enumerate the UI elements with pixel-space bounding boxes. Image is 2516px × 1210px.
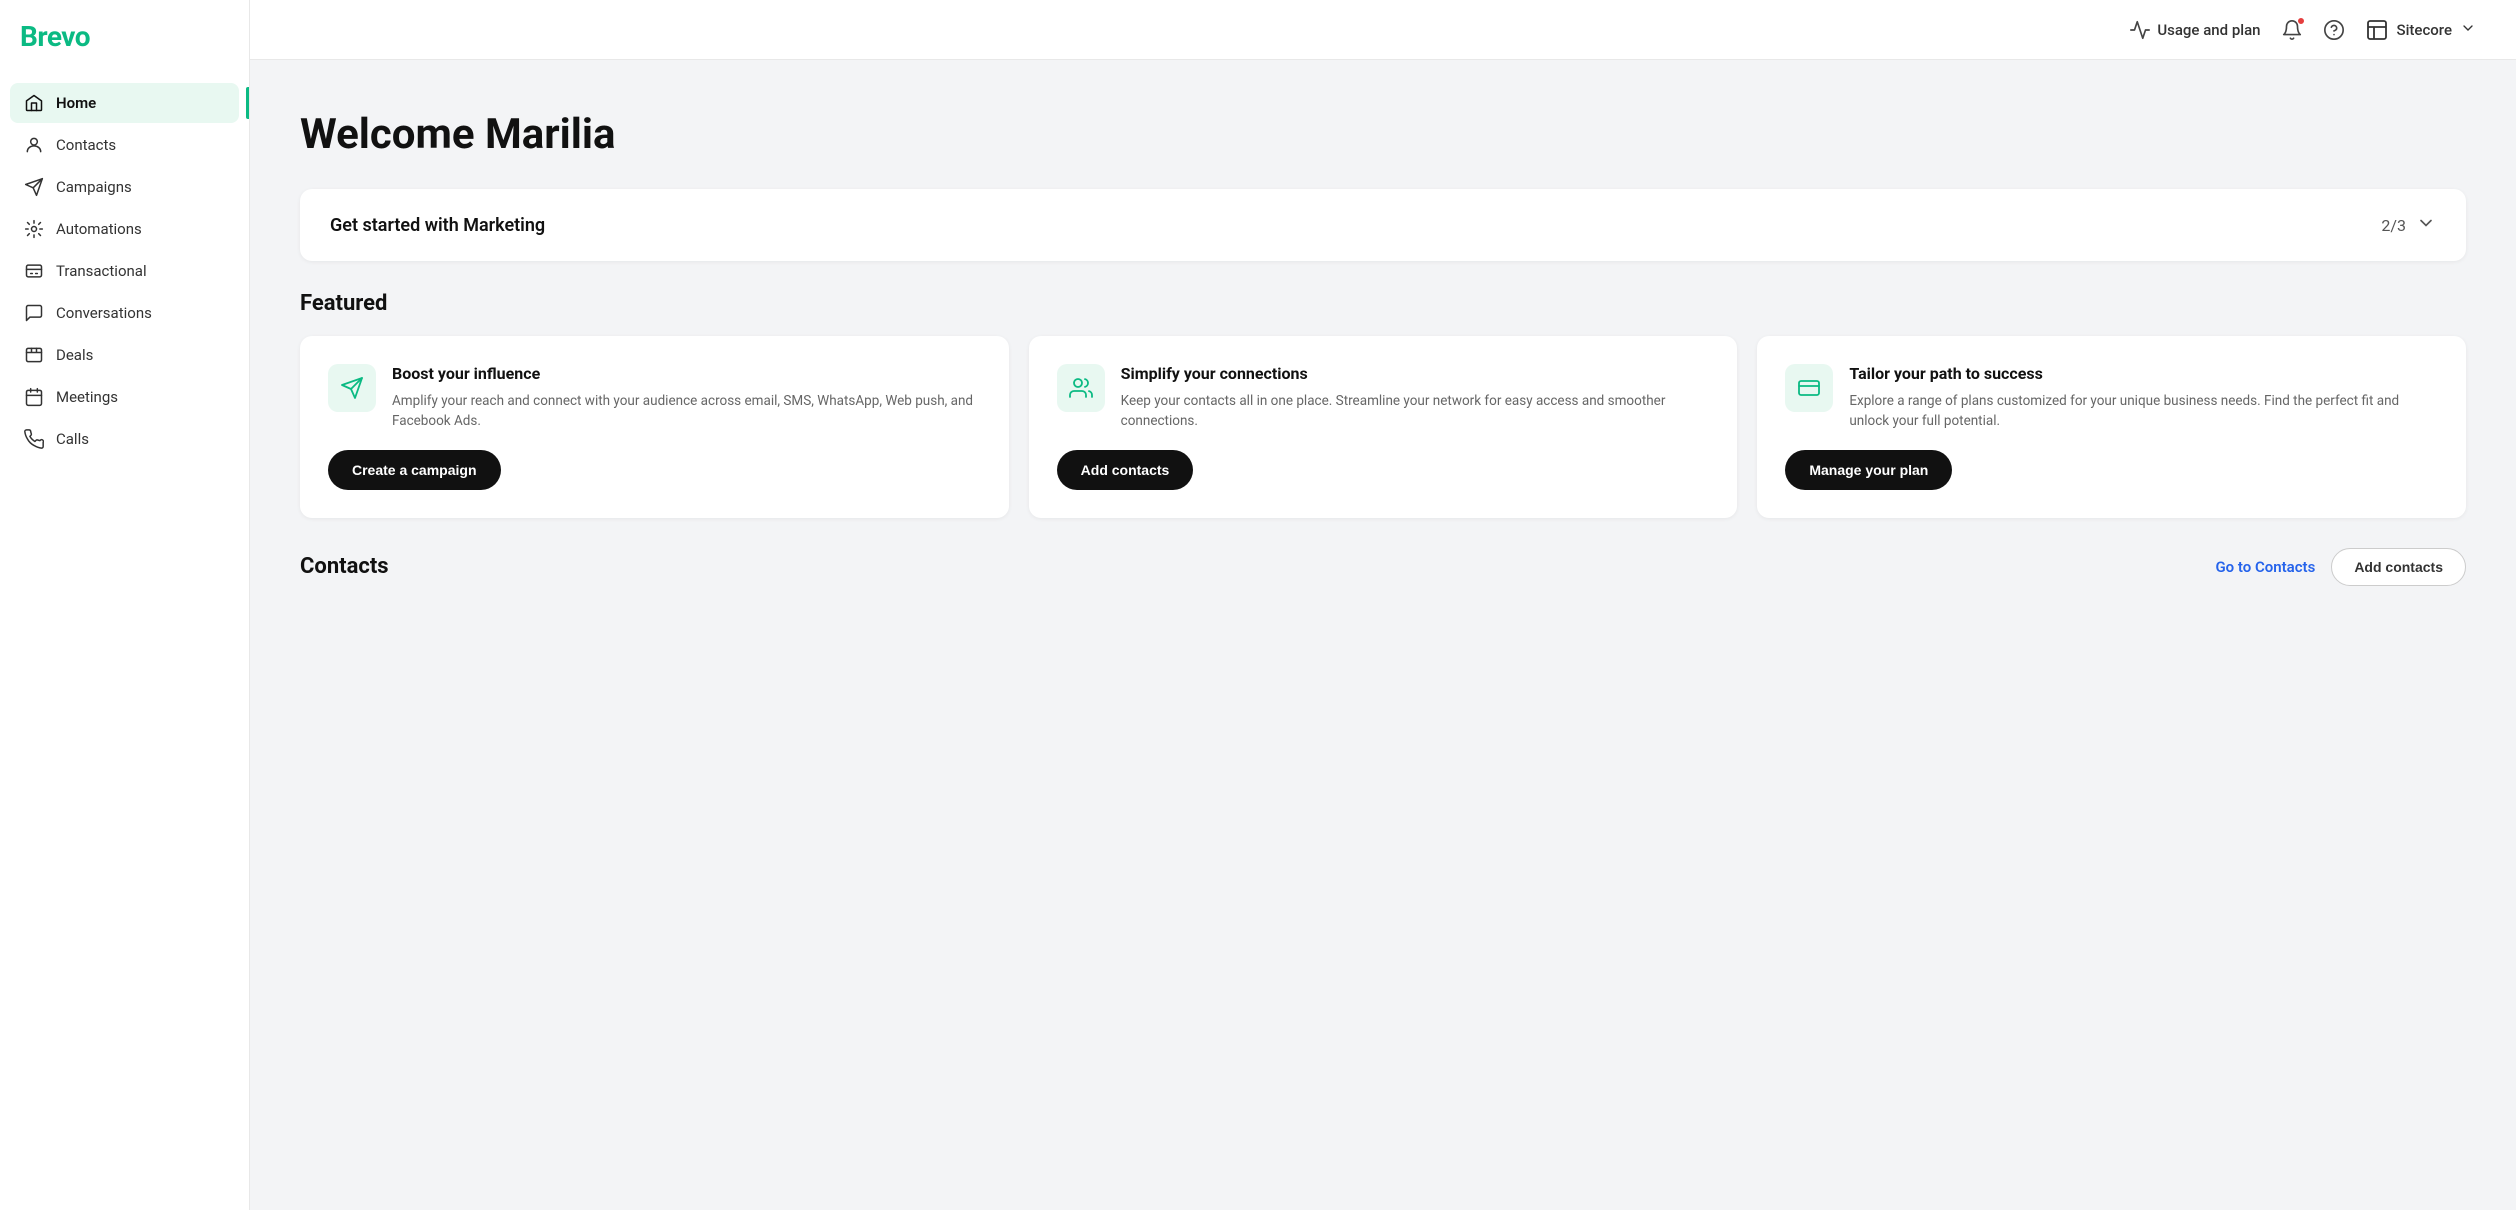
main-area: Usage and plan Sitecore Welcome Marilia [250, 0, 2516, 1210]
featured-card-header-2: Simplify your connections Keep your cont… [1057, 364, 1710, 432]
add-contacts-button-featured[interactable]: Add contacts [1057, 450, 1194, 490]
sidebar-item-home[interactable]: Home [10, 83, 239, 123]
sidebar-item-conversations[interactable]: Conversations [10, 293, 239, 333]
chevron-down-icon [2460, 20, 2476, 40]
getting-started-right: 2/3 [2381, 213, 2436, 237]
featured-title: Featured [300, 291, 2466, 316]
account-name: Sitecore [2397, 21, 2452, 39]
featured-card-header-1: Boost your influence Amplify your reach … [328, 364, 981, 432]
users-icon-wrapper [1057, 364, 1105, 412]
contacts-actions: Go to Contacts Add contacts [2215, 548, 2466, 586]
calls-icon [24, 429, 44, 449]
sidebar-item-automations[interactable]: Automations [10, 209, 239, 249]
featured-card-text-2: Simplify your connections Keep your cont… [1121, 364, 1710, 432]
account-icon [2365, 18, 2389, 42]
manage-plan-button[interactable]: Manage your plan [1785, 450, 1952, 490]
featured-card-contacts: Simplify your connections Keep your cont… [1029, 336, 1738, 518]
go-to-contacts-link[interactable]: Go to Contacts [2215, 558, 2315, 576]
conversations-icon [24, 303, 44, 323]
page-content: Welcome Marilia Get started with Marketi… [250, 60, 2516, 1210]
logo-text: Brevo [20, 20, 90, 53]
featured-card-desc-2: Keep your contacts all in one place. Str… [1121, 391, 1710, 432]
sidebar-item-deals[interactable]: Deals [10, 335, 239, 375]
notification-dot [2297, 17, 2305, 25]
top-header: Usage and plan Sitecore [250, 0, 2516, 60]
sidebar-item-automations-label: Automations [56, 220, 142, 238]
welcome-title: Welcome Marilia [300, 110, 2466, 159]
plan-icon-wrapper [1785, 364, 1833, 412]
usage-label: Usage and plan [2157, 21, 2260, 39]
getting-started-card[interactable]: Get started with Marketing 2/3 [300, 189, 2466, 261]
contacts-section-header: Contacts Go to Contacts Add contacts [300, 548, 2466, 586]
featured-grid: Boost your influence Amplify your reach … [300, 336, 2466, 518]
campaigns-icon [24, 177, 44, 197]
usage-and-plan-button[interactable]: Usage and plan [2129, 19, 2260, 41]
featured-card-header-3: Tailor your path to success Explore a ra… [1785, 364, 2438, 432]
sidebar-item-meetings-label: Meetings [56, 388, 118, 406]
account-menu[interactable]: Sitecore [2365, 18, 2476, 42]
sidebar-item-deals-label: Deals [56, 346, 93, 364]
plan-icon [1797, 376, 1821, 400]
featured-card-plan: Tailor your path to success Explore a ra… [1757, 336, 2466, 518]
create-campaign-button[interactable]: Create a campaign [328, 450, 501, 490]
featured-card-desc-1: Amplify your reach and connect with your… [392, 391, 981, 432]
featured-card-title-1: Boost your influence [392, 364, 981, 383]
contacts-section-title: Contacts [300, 554, 389, 579]
sidebar-item-transactional[interactable]: Transactional [10, 251, 239, 291]
add-contacts-button[interactable]: Add contacts [2331, 548, 2466, 586]
featured-card-text-3: Tailor your path to success Explore a ra… [1849, 364, 2438, 432]
sidebar-item-campaigns-label: Campaigns [56, 178, 132, 196]
contacts-icon [24, 135, 44, 155]
help-button[interactable] [2323, 19, 2345, 41]
sidebar-item-meetings[interactable]: Meetings [10, 377, 239, 417]
featured-card-desc-3: Explore a range of plans customized for … [1849, 391, 2438, 432]
welcome-banner: Welcome Marilia [250, 60, 2516, 189]
sidebar-item-contacts-label: Contacts [56, 136, 116, 154]
sidebar-item-calls[interactable]: Calls [10, 419, 239, 459]
sidebar-nav: Home Contacts Campaigns Automations [0, 83, 249, 459]
home-icon [24, 93, 44, 113]
automations-icon [24, 219, 44, 239]
sidebar-item-contacts[interactable]: Contacts [10, 125, 239, 165]
sidebar-item-home-label: Home [56, 94, 96, 112]
sidebar: Brevo Home Contacts Campaigns [0, 0, 250, 1210]
featured-card-text-1: Boost your influence Amplify your reach … [392, 364, 981, 432]
featured-card-title-3: Tailor your path to success [1849, 364, 2438, 383]
brand-logo: Brevo [0, 20, 249, 83]
usage-icon [2129, 19, 2151, 41]
transactional-icon [24, 261, 44, 281]
getting-started-progress: 2/3 [2381, 216, 2406, 235]
featured-card-title-2: Simplify your connections [1121, 364, 1710, 383]
contacts-section: Contacts Go to Contacts Add contacts [250, 548, 2516, 636]
sidebar-item-campaigns[interactable]: Campaigns [10, 167, 239, 207]
notifications-button[interactable] [2281, 19, 2303, 41]
chevron-down-icon [2416, 213, 2436, 237]
sidebar-item-conversations-label: Conversations [56, 304, 152, 322]
send-icon [340, 376, 364, 400]
featured-section: Featured Boost your influence Amplify yo… [250, 291, 2516, 548]
send-icon-wrapper [328, 364, 376, 412]
deals-icon [24, 345, 44, 365]
sidebar-item-transactional-label: Transactional [56, 262, 147, 280]
getting-started-section: Get started with Marketing 2/3 [250, 189, 2516, 291]
users-icon [1069, 376, 1093, 400]
featured-card-campaigns: Boost your influence Amplify your reach … [300, 336, 1009, 518]
meetings-icon [24, 387, 44, 407]
sidebar-item-calls-label: Calls [56, 430, 89, 448]
getting-started-title: Get started with Marketing [330, 215, 545, 236]
